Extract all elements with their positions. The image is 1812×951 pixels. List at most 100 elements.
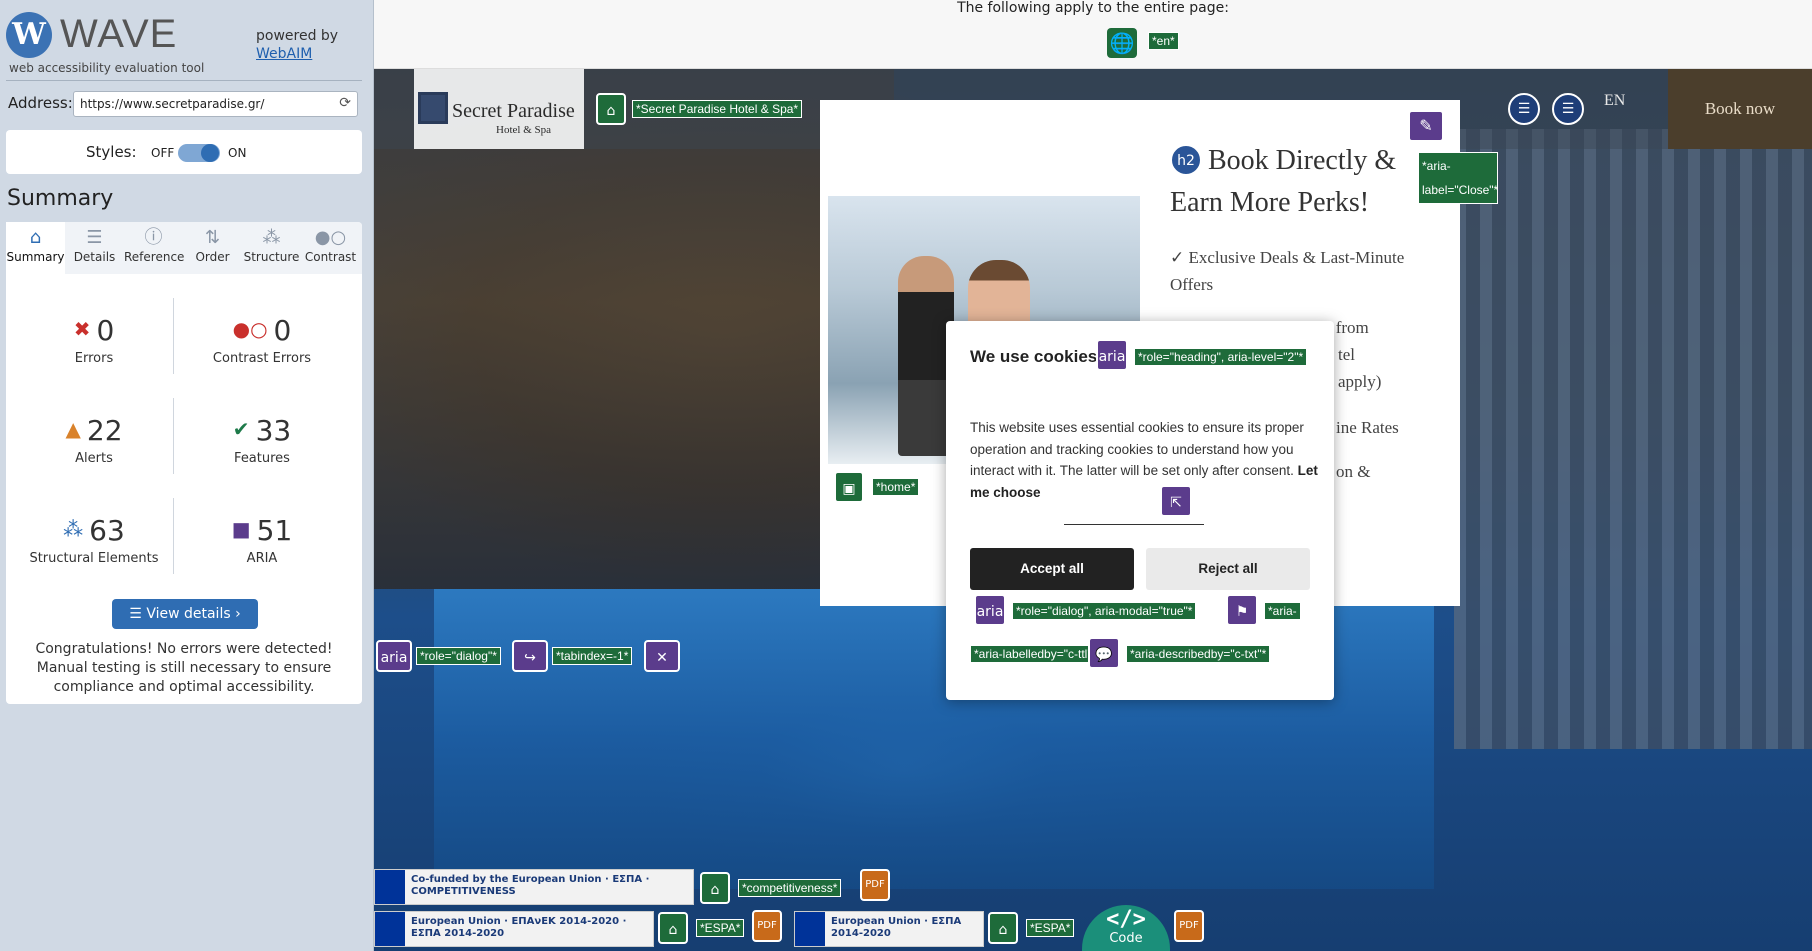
role-dialog-tag: *role="dialog"*	[416, 647, 501, 665]
info-icon: ⓘ	[144, 227, 163, 248]
espa-tag: *ESPA*	[1026, 919, 1075, 937]
tab-structure-label: Structure	[243, 250, 300, 264]
errors-label: Errors	[74, 351, 114, 366]
aria-icon[interactable]: aria	[1096, 339, 1128, 371]
language-switcher[interactable]: EN	[1604, 92, 1625, 110]
labelledby-tag: *aria-labelledby="c-ttl"*	[970, 645, 1101, 663]
espa-logo-text: ΕΣΠΑ	[612, 874, 643, 885]
aria-icon[interactable]: aria	[974, 594, 1006, 626]
wave-subtitle: web accessibility evaluation tool	[9, 61, 205, 75]
describedby-tag: *aria-describedby="c-txt"*	[1126, 645, 1271, 663]
promo-item: apply)	[1338, 372, 1382, 391]
dialog-modal-tag: *role="dialog", aria-modal="true"*	[1012, 602, 1197, 620]
menu-list-icon[interactable]: ☰	[1508, 93, 1540, 125]
stat-errors[interactable]: ✖ 0 Errors	[14, 314, 174, 366]
tab-summary-label: Summary	[6, 250, 65, 264]
view-details-button[interactable]: ☰ View details ›	[112, 599, 258, 629]
styles-off-label: OFF	[151, 146, 175, 160]
promo-item: ine Rates	[1336, 418, 1399, 437]
divider	[6, 80, 362, 81]
contrast-errors-label: Contrast Errors	[212, 351, 312, 366]
competitiveness-tag: *competitiveness*	[738, 879, 842, 897]
close-tag-icon[interactable]: ✎	[1408, 110, 1444, 142]
styles-toggle-box: Styles: OFF ON	[6, 130, 362, 174]
comment-icon[interactable]: 💬	[1088, 637, 1120, 669]
stat-features[interactable]: ✔ 33 Features	[182, 414, 342, 466]
webaim-link[interactable]: WebAIM	[256, 46, 312, 62]
linked-image-icon[interactable]: ⌂	[596, 93, 626, 125]
close-aria-tag: *aria-label="Close"*	[1418, 152, 1498, 204]
code-button[interactable]: </> Code	[1082, 905, 1170, 951]
alerts-count: 22	[86, 414, 123, 447]
tabindex-icon[interactable]: ↪	[512, 640, 548, 672]
linked-image-icon[interactable]: ⌂	[658, 912, 688, 944]
contrast-error-icon: ●○	[232, 317, 268, 341]
divider	[1064, 524, 1204, 525]
tab-contrast[interactable]: ●○ Contrast	[301, 222, 360, 274]
espa-logo-text: Co-funded by the European Union	[411, 874, 602, 885]
espa-logo-text: ΕΠΑνΕΚ 2014-2020	[511, 916, 620, 927]
reject-all-button[interactable]: Reject all	[1146, 548, 1310, 590]
site-logo[interactable]: Secret Paradise Hotel & Spa	[418, 80, 578, 144]
styles-toggle[interactable]	[178, 144, 220, 162]
promo-item: ✓ Exclusive Deals & Last-Minute Offers	[1170, 248, 1405, 294]
order-icon: ⇅	[204, 227, 221, 248]
close-icon[interactable]: ✕	[644, 640, 680, 672]
expand-icon[interactable]: ⇱	[1160, 485, 1192, 517]
pdf-icon[interactable]: PDF	[752, 910, 782, 942]
promo-heading: h2 Book Directly & Earn More Perks!	[1170, 140, 1440, 224]
cookie-text: This website uses essential cookies to e…	[970, 420, 1304, 478]
wave-title: WAVE	[60, 12, 178, 56]
promo-heading-text: Book Directly & Earn More Perks!	[1170, 145, 1397, 218]
tab-order[interactable]: ⇅ Order	[183, 222, 242, 274]
menu-list-icon[interactable]: ☰	[1552, 93, 1584, 125]
tab-summary[interactable]: ⌂ Summary	[6, 222, 65, 274]
book-now-button[interactable]: Book now	[1668, 69, 1812, 149]
espa-logo: European Union · ΕΣΠΑ 2014-2020	[794, 911, 984, 947]
structure-icon: ⁂	[262, 227, 281, 248]
stat-alerts[interactable]: ▲ 22 Alerts	[14, 414, 174, 466]
linked-image-icon[interactable]: ⌂	[700, 872, 730, 904]
alerts-label: Alerts	[75, 451, 113, 466]
stat-structural[interactable]: ⁂ 63 Structural Elements	[14, 514, 174, 566]
refresh-icon[interactable]: ⟳	[339, 95, 351, 111]
cookie-dialog: We use cookies! aria *role="heading", ar…	[946, 321, 1334, 700]
styles-label: Styles:	[86, 143, 137, 161]
list-icon: ☰	[129, 606, 147, 622]
stat-contrast-errors[interactable]: ●○ 0 Contrast Errors	[182, 314, 342, 366]
structural-count: 63	[89, 514, 125, 547]
tab-structure[interactable]: ⁂ Structure	[242, 222, 301, 274]
tag-icon[interactable]: ⚑	[1226, 594, 1258, 626]
apply-text: The following apply to the entire page:	[957, 0, 1229, 16]
structural-label: Structural Elements	[29, 551, 159, 566]
aria-label: ARIA	[246, 551, 278, 566]
toggle-knob[interactable]	[201, 144, 219, 162]
lang-tag: *en*	[1148, 32, 1179, 50]
evaluated-page: The following apply to the entire page: …	[374, 0, 1812, 951]
feature-check-icon: ✔	[232, 417, 250, 441]
structure-elements-icon: ⁂	[63, 517, 84, 541]
features-count: 33	[255, 414, 292, 447]
espa-logo-text: European Union	[411, 916, 501, 927]
espa-logo: European Union · ΕΠΑνΕΚ 2014-2020 · ΕΣΠΑ…	[374, 911, 654, 947]
address-input[interactable]: https://www.secretparadise.gr/ ⟳	[73, 91, 358, 117]
stat-aria[interactable]: ■ 51 ARIA	[182, 514, 342, 566]
divider	[173, 298, 174, 374]
tab-reference[interactable]: ⓘ Reference	[124, 222, 184, 274]
linked-image-icon[interactable]: ⌂	[988, 912, 1018, 944]
logo-name: Secret Paradise	[452, 100, 575, 122]
logo-sub: Hotel & Spa	[496, 124, 551, 136]
address-value[interactable]: https://www.secretparadise.gr/	[80, 97, 264, 111]
aria-cube-icon: ■	[231, 517, 251, 541]
pdf-icon[interactable]: PDF	[860, 869, 890, 901]
home-icon: ⌂	[29, 227, 42, 248]
image-icon[interactable]: ▣	[834, 471, 864, 503]
divider	[173, 398, 174, 474]
espa-logo: Co-funded by the European Union · ΕΣΠΑ ·…	[374, 869, 694, 905]
accept-all-button[interactable]: Accept all	[970, 548, 1134, 590]
aria-icon[interactable]: aria	[376, 640, 412, 672]
pdf-icon[interactable]: PDF	[1174, 910, 1204, 942]
aria-count: 51	[256, 514, 293, 547]
language-icon[interactable]: 🌐	[1107, 28, 1137, 58]
tab-details[interactable]: ☰ Details	[65, 222, 124, 274]
